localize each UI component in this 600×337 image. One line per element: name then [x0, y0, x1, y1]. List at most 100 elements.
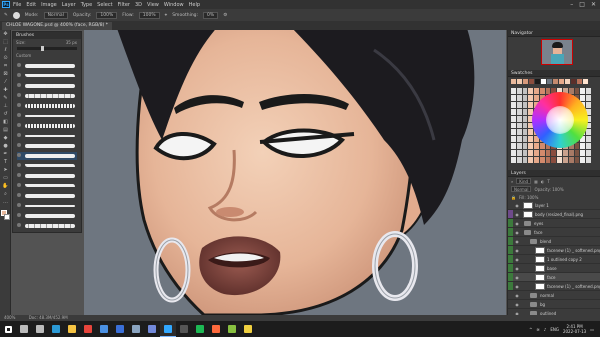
stamp-tool-icon[interactable]: ⊥	[0, 102, 11, 110]
swatch-cell[interactable]	[528, 94, 534, 101]
eyedropper-tool-icon[interactable]: ⁄	[0, 78, 11, 86]
brush-size-slider[interactable]	[17, 46, 77, 51]
swatch-cell[interactable]	[516, 115, 522, 122]
swatch-cell[interactable]	[522, 143, 528, 150]
swatch-cell[interactable]	[551, 150, 557, 157]
filter-adjust-icon[interactable]: ◐	[541, 179, 545, 184]
swatch-cell[interactable]	[522, 108, 528, 115]
visibility-eye-icon[interactable]: ◉	[513, 275, 521, 280]
swatch-cell[interactable]	[586, 143, 591, 150]
menu-file[interactable]: File	[13, 2, 21, 8]
layer-row[interactable]: ◉ facenew (1) _ softened.png	[508, 246, 600, 255]
swatch-cell[interactable]	[511, 108, 516, 115]
swatch-cell[interactable]	[534, 94, 539, 101]
swatch-cell[interactable]	[580, 157, 586, 163]
swatch-cell[interactable]	[511, 115, 516, 122]
history-brush-icon[interactable]: ↺	[0, 110, 11, 118]
brush-preset[interactable]	[17, 162, 77, 170]
swatch-cell[interactable]	[539, 157, 545, 163]
swatch-cell[interactable]	[545, 157, 551, 163]
swatch-color[interactable]	[565, 79, 570, 84]
swatch-color[interactable]	[535, 79, 540, 84]
start-icon[interactable]	[0, 321, 16, 337]
crop-tool-icon[interactable]: ⌗	[0, 62, 11, 70]
swatch-cell[interactable]	[528, 129, 534, 136]
visibility-eye-icon[interactable]: ◉	[513, 257, 521, 262]
pen-tool-icon[interactable]: ✒	[0, 150, 11, 158]
quick-select-tool-icon[interactable]: ⊙	[0, 54, 11, 62]
brush-preset[interactable]	[17, 192, 77, 200]
swatch-cell[interactable]	[511, 88, 516, 94]
swatch-cell[interactable]	[516, 122, 522, 129]
swatch-cell[interactable]	[528, 143, 534, 150]
gradient-tool-icon[interactable]: ▤	[0, 126, 11, 134]
menu-edit[interactable]: Edit	[26, 2, 36, 8]
swatch-cell[interactable]	[580, 150, 586, 157]
brush-preset[interactable]	[17, 112, 77, 120]
mode-select[interactable]: Normal	[43, 11, 68, 19]
menu-window[interactable]: Window	[164, 2, 184, 8]
flow-field[interactable]: 100%	[138, 11, 160, 19]
path-select-tool-icon[interactable]: ➤	[0, 166, 11, 174]
visibility-eye-icon[interactable]: ◉	[513, 293, 521, 298]
swatch-cell[interactable]	[516, 143, 522, 150]
lock-icon[interactable]: 🔒	[511, 195, 516, 200]
swatch-color[interactable]	[517, 79, 522, 84]
taskview-icon[interactable]	[32, 321, 48, 337]
swatch-cell[interactable]	[563, 157, 568, 163]
visibility-eye-icon[interactable]: ◉	[513, 248, 521, 253]
healing-tool-icon[interactable]: ✚	[0, 86, 11, 94]
layer-group[interactable]: ◉ face	[508, 228, 600, 237]
gamebar-icon[interactable]	[224, 321, 240, 337]
swatch-cell[interactable]	[522, 129, 528, 136]
layer-opacity[interactable]: Opacity: 100%	[534, 187, 563, 192]
smoothing-field[interactable]: 0%	[203, 11, 219, 19]
brush-preset[interactable]	[17, 212, 77, 220]
brush-preset[interactable]	[17, 72, 77, 80]
maximize-icon[interactable]: □	[579, 1, 585, 8]
layer-kind-filter[interactable]: Kind	[516, 178, 532, 184]
swatch-cell[interactable]	[516, 136, 522, 143]
edge-icon[interactable]	[48, 321, 64, 337]
swatch-cell[interactable]	[539, 143, 545, 150]
swatch-cell[interactable]	[574, 157, 580, 163]
visibility-eye-icon[interactable]: ◉	[513, 302, 521, 307]
swatch-cell[interactable]	[522, 150, 528, 157]
brush-size-value[interactable]: 35 px	[66, 39, 77, 47]
swatch-cell[interactable]	[534, 157, 539, 163]
swatch-cell[interactable]	[580, 88, 586, 94]
swatch-cell[interactable]	[528, 150, 534, 157]
swatch-cell[interactable]	[586, 157, 591, 163]
swatch-cell[interactable]	[522, 101, 528, 108]
minimize-icon[interactable]: –	[570, 1, 573, 8]
layer-fill[interactable]: Fill: 100%	[519, 195, 538, 200]
visibility-eye-icon[interactable]: ◉	[513, 239, 521, 244]
more-tools-icon[interactable]: …	[0, 198, 11, 206]
swatch-cell[interactable]	[511, 150, 516, 157]
visibility-eye-icon[interactable]: ◉	[513, 203, 521, 208]
menu-view[interactable]: View	[147, 2, 159, 8]
swatch-cell[interactable]	[522, 136, 528, 143]
brush-preset[interactable]	[17, 172, 77, 180]
move-tool-icon[interactable]: ✥	[0, 30, 11, 38]
visibility-eye-icon[interactable]: ◉	[513, 230, 521, 235]
swatch-cell[interactable]	[586, 101, 591, 108]
swatch-color[interactable]	[553, 79, 558, 84]
hand-tool-icon[interactable]: ✋	[0, 182, 11, 190]
shape-tool-icon[interactable]: ▭	[0, 174, 11, 182]
swatch-cell[interactable]	[574, 143, 580, 150]
swatch-color[interactable]	[547, 79, 552, 84]
settings-gear-icon[interactable]: ⚙	[223, 13, 227, 18]
swatch-cell[interactable]	[528, 101, 534, 108]
zoom-level[interactable]: 400%	[4, 315, 15, 320]
search-icon[interactable]	[16, 321, 32, 337]
menu-select[interactable]: Select	[97, 2, 112, 8]
obs-icon[interactable]	[176, 321, 192, 337]
brush-preset-picker[interactable]	[12, 11, 20, 19]
swatch-cell[interactable]	[586, 136, 591, 143]
visibility-eye-icon[interactable]: ◉	[513, 221, 521, 226]
swatch-color[interactable]	[511, 79, 516, 84]
swatch-cell[interactable]	[528, 136, 534, 143]
swatch-cell[interactable]	[563, 150, 568, 157]
mail-icon[interactable]	[112, 321, 128, 337]
